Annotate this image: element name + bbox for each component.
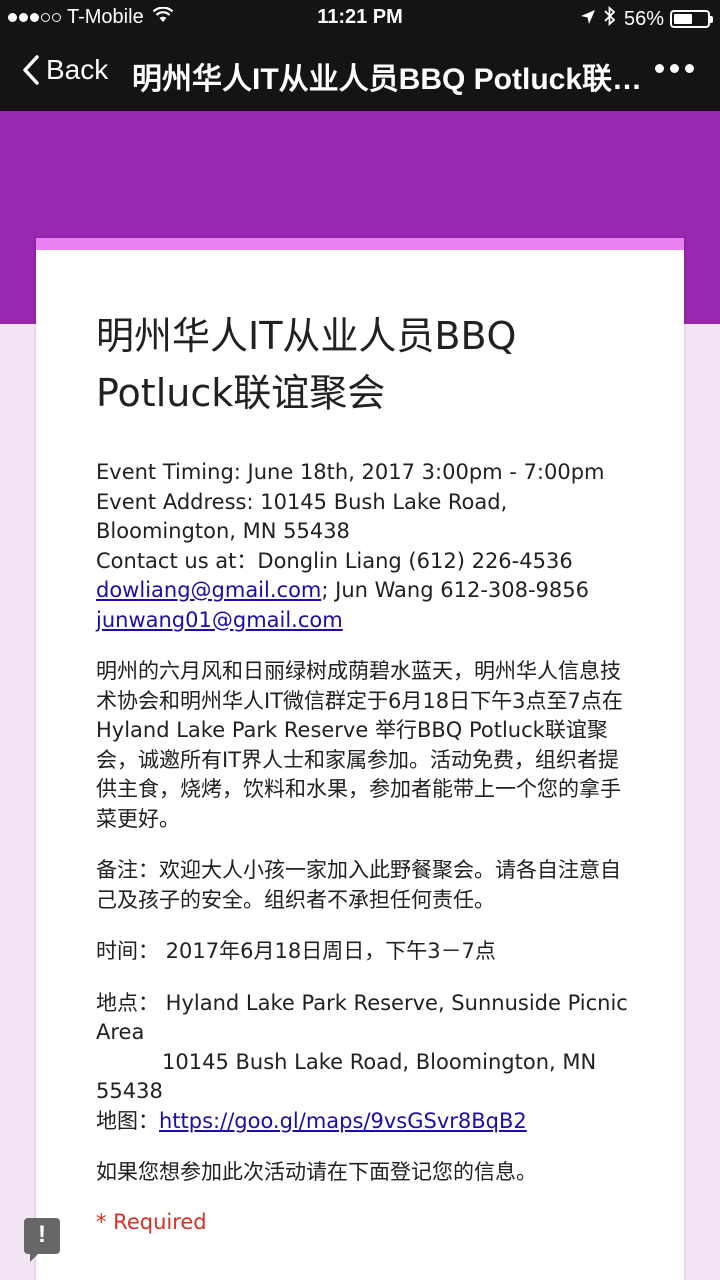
- location-address: 10145 Bush Lake Road, Bloomington, MN 55…: [96, 1049, 597, 1104]
- location-arrow-icon: [580, 8, 596, 31]
- location-block: 地点： Hyland Lake Park Reserve, Sunnuside …: [96, 989, 636, 1137]
- event-address: Event Address: 10145 Bush Lake Road, Blo…: [96, 489, 508, 544]
- email-link-2[interactable]: junwang01@gmail.com: [96, 608, 343, 632]
- contact-prefix: Contact us at：Donglin Liang (612) 226-45…: [96, 548, 573, 573]
- page-title: 明州华人IT从业人员BBQ Potluck联谊聚会: [132, 63, 648, 96]
- contact-line: Contact us at：Donglin Liang (612) 226-45…: [96, 547, 636, 636]
- note-paragraph: 备注：欢迎大人小孩一家加入此野餐聚会。请各自注意自己及孩子的安全。组织者不承担任…: [96, 858, 621, 912]
- time-paragraph: 时间： 2017年6月18日周日，下午3－7点: [96, 939, 496, 963]
- bluetooth-icon: [604, 5, 616, 32]
- battery-percent: 56%: [623, 7, 664, 30]
- report-feedback-button[interactable]: !: [24, 1218, 60, 1262]
- form-title: 明州华人IT从业人员BBQ Potluck联谊聚会: [96, 314, 517, 415]
- location-line: 地点： Hyland Lake Park Reserve, Sunnuside …: [96, 990, 628, 1045]
- battery-icon: [670, 10, 713, 28]
- status-bar: T-Mobile 11:21 PM 56%: [0, 0, 720, 36]
- card-accent-bar: [36, 238, 684, 250]
- form-description: 明州华人IT从业人员BBQ Potluck联谊聚会 Event Timing: …: [96, 308, 636, 1234]
- nav-bar: Back 明州华人IT从业人员BBQ Potluck联谊聚会: [0, 36, 720, 111]
- contact-mid: ; Jun Wang 612-308-9856: [321, 578, 589, 602]
- map-link[interactable]: https://goo.gl/maps/9vsGSvr8BqB2: [159, 1109, 527, 1133]
- register-prompt: 如果您想参加此次活动请在下面登记您的信息。: [96, 1160, 537, 1184]
- exclamation-icon: !: [38, 1221, 46, 1248]
- form-card: 明州华人IT从业人员BBQ Potluck联谊聚会 Event Timing: …: [36, 238, 684, 1280]
- back-label: Back: [46, 54, 109, 85]
- more-options-button[interactable]: [655, 64, 694, 73]
- location-address-line: 10145 Bush Lake Road, Bloomington, MN 55…: [96, 1048, 636, 1107]
- status-right: 56%: [580, 5, 713, 32]
- map-line: 地图：https://goo.gl/maps/9vsGSvr8BqB2: [96, 1107, 636, 1137]
- event-timing: Event Timing: June 18th, 2017 3:00pm - 7…: [96, 460, 605, 484]
- email-link-1[interactable]: dowliang@gmail.com: [96, 578, 321, 602]
- intro-paragraph: 明州的六月风和日丽绿树成荫碧水蓝天，明州华人信息技术协会和明州华人IT微信群定于…: [96, 659, 623, 831]
- chevron-left-icon: [23, 55, 39, 85]
- map-label: 地图：: [96, 1108, 159, 1133]
- back-button[interactable]: Back: [22, 54, 108, 86]
- event-info: Event Timing: June 18th, 2017 3:00pm - 7…: [96, 458, 636, 635]
- required-note: * Required: [96, 1209, 207, 1234]
- more-dots-icon: [655, 64, 664, 73]
